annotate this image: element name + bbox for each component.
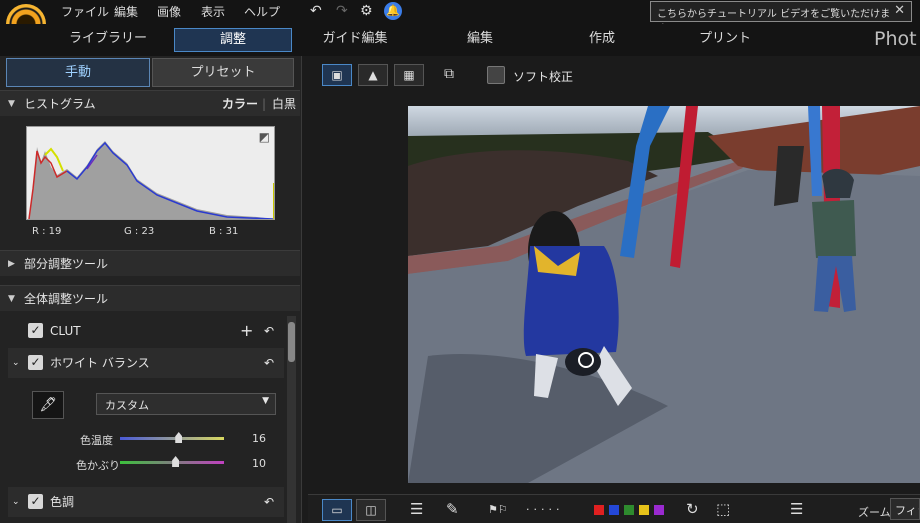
dual-view-icon[interactable]: ◫ — [356, 499, 386, 521]
redo-icon[interactable]: ↷ — [336, 3, 348, 19]
menu-file[interactable]: ファイル — [61, 3, 109, 20]
photo-preview[interactable] — [408, 106, 920, 483]
tint-slider-track[interactable] — [120, 461, 224, 464]
menu-image[interactable]: 画像 — [157, 3, 181, 20]
histogram-color[interactable]: カラー — [222, 91, 258, 117]
local-tools-title: 部分調整ツール — [24, 257, 109, 271]
label-red[interactable] — [594, 505, 604, 515]
collapse-icon: ▼ — [8, 294, 15, 304]
mode-edit[interactable]: 編集 — [450, 28, 510, 52]
compare-icon[interactable]: ⧉ — [444, 66, 454, 82]
undo-icon[interactable]: ↶ — [310, 3, 322, 19]
wb-label: ホワイト バランス — [50, 356, 150, 370]
mode-create[interactable]: 作成 — [572, 28, 632, 52]
histogram-b: B : 31 — [209, 226, 239, 237]
expand-icon: ▶ — [8, 259, 15, 269]
histogram-mono[interactable]: 白黒 — [272, 91, 296, 117]
chevron-down-icon: ▼ — [262, 396, 269, 406]
collapse-icon: ▼ — [8, 99, 15, 109]
global-tools-header[interactable]: ▼ 全体調整ツール — [0, 285, 300, 311]
label-yellow[interactable] — [639, 505, 649, 515]
label-blue[interactable] — [609, 505, 619, 515]
mode-library[interactable]: ライブラリー — [68, 28, 148, 52]
tab-preset[interactable]: プリセット — [152, 58, 294, 87]
histogram-graph: ◩ — [26, 126, 275, 220]
tone-label: 色調 — [50, 495, 75, 509]
brand-name: Phot — [874, 28, 917, 50]
tool-clut[interactable]: ✓ CLUT + ↶ — [8, 316, 284, 346]
chevron-down-icon: ⌄ — [12, 358, 20, 368]
clipping-warning-icon[interactable]: ◩ — [259, 130, 270, 144]
reset-icon[interactable]: ↶ — [264, 487, 274, 517]
single-view-icon[interactable]: ▭ — [322, 499, 352, 521]
sort-menu-icon[interactable]: ☰ — [790, 500, 803, 518]
rating-dots-icon[interactable]: ····· — [526, 503, 563, 516]
crop-icon[interactable]: ⬚ — [716, 500, 730, 518]
view-single-icon[interactable]: ▣ — [322, 64, 352, 86]
temp-slider-track[interactable] — [120, 437, 224, 440]
wb-preset-value: カスタム — [105, 399, 149, 412]
zoom-label: ズーム: — [858, 506, 895, 519]
menu-edit[interactable]: 編集 — [114, 3, 138, 20]
temp-label: 色温度 — [80, 434, 113, 447]
close-icon[interactable]: ✕ — [894, 3, 905, 18]
menu-help[interactable]: ヘルプ — [244, 3, 280, 20]
histogram-header[interactable]: ▼ ヒストグラム カラー | 白黒 — [0, 90, 300, 116]
reset-icon[interactable]: ↶ — [264, 348, 274, 378]
histogram-title: ヒストグラム — [24, 97, 96, 111]
brush-eraser-icon[interactable]: ✎ — [446, 500, 459, 518]
mode-adjust[interactable]: 調整 — [174, 28, 292, 52]
tool-white-balance[interactable]: ⌄ ✓ ホワイト バランス ↶ — [8, 348, 284, 378]
bell-icon[interactable]: 🔔 — [384, 2, 402, 20]
eyedropper-icon[interactable]: 🖋 — [32, 391, 64, 419]
tint-label: 色かぶり — [76, 459, 120, 472]
histogram-g: G : 23 — [124, 226, 155, 237]
panel-scrollbar[interactable] — [287, 316, 296, 523]
chevron-down-icon: ⌄ — [12, 497, 20, 507]
zoom-select[interactable]: フィット — [890, 498, 920, 520]
scrollbar-thumb[interactable] — [288, 322, 295, 362]
rotate-icon[interactable]: ↻ — [686, 500, 699, 518]
label-purple[interactable] — [654, 505, 664, 515]
local-tools-header[interactable]: ▶ 部分調整ツール — [0, 250, 300, 276]
clut-checkbox[interactable]: ✓ — [28, 323, 43, 338]
view-grid-icon[interactable]: ▦ — [394, 64, 424, 86]
flag-icon[interactable]: ⚑⚐ — [488, 503, 508, 516]
view-browse-icon[interactable]: ▲ — [358, 64, 388, 86]
wb-checkbox[interactable]: ✓ — [28, 355, 43, 370]
gear-icon[interactable]: ⚙ — [360, 3, 373, 19]
label-green[interactable] — [624, 505, 634, 515]
mode-guided-edit[interactable]: ガイド編集 — [310, 28, 400, 52]
histogram-r: R : 19 — [32, 226, 62, 237]
rotate-stack-icon[interactable]: ☰ — [410, 500, 423, 518]
tool-tone[interactable]: ⌄ ✓ 色調 ↶ — [8, 487, 284, 517]
tutorial-banner[interactable]: こちらからチュートリアル ビデオをご覧いただけます。 ✕ — [650, 1, 912, 35]
reset-icon[interactable]: ↶ — [264, 316, 274, 346]
add-icon[interactable]: + — [240, 316, 253, 346]
menu-view[interactable]: 表示 — [201, 3, 225, 20]
tint-value: 10 — [252, 457, 266, 470]
tab-manual[interactable]: 手動 — [6, 58, 150, 87]
soft-proof-checkbox[interactable] — [487, 66, 505, 84]
tone-checkbox[interactable]: ✓ — [28, 494, 43, 509]
mode-print[interactable]: プリント — [690, 28, 760, 52]
wb-preset-select[interactable]: カスタム ▼ — [96, 393, 276, 415]
global-tools-title: 全体調整ツール — [24, 292, 109, 306]
clut-label: CLUT — [50, 324, 81, 338]
temp-value: 16 — [252, 432, 266, 445]
soft-proof-label: ソフト校正 — [513, 70, 574, 84]
